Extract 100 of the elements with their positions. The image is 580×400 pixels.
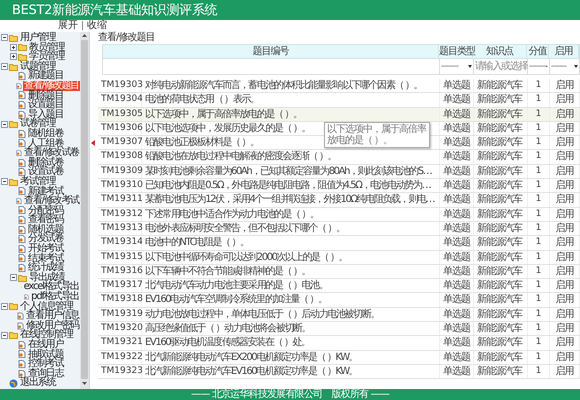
tree-item[interactable]: 设置题目 (27, 100, 64, 110)
topic-cell: 新能源汽车 (474, 108, 528, 121)
id-cell: TM19322 (98, 350, 142, 364)
tree-item[interactable]: 随机组卷 (27, 128, 64, 139)
id-cell: TM19311 (98, 193, 142, 207)
type-cell: 单选题 (440, 222, 474, 236)
tree-item[interactable]: 抽取试题 (27, 350, 64, 360)
table-row[interactable]: TM19304 电池的荷电状态用（ ）表示。 单选题 新能源汽车 1 启用 (98, 93, 580, 108)
score-cell: 1 (528, 150, 550, 164)
table-row[interactable]: TM19303 对纯电动新能源汽车而言，蓄电池的体积比能量影响以下哪个因素（ ）。 单选题 新能源汽车 1 启用 (98, 79, 580, 94)
id-cell: TM19308 (98, 150, 142, 164)
tree-control-link[interactable]: 展开 (58, 21, 78, 31)
expand-icon[interactable] (10, 53, 17, 60)
collapse-icon[interactable] (1, 178, 8, 186)
table-row[interactable]: TM19305 以下选项中，属于高倍率放电的是（ ）。 单选题 新能源汽车 1 启用 (98, 108, 580, 122)
id-cell: TM19316 (98, 264, 142, 278)
scrollbar[interactable] (80, 32, 89, 389)
table-row[interactable]: TM19321 EV160驱动电机温度传感器安装在（ ）处。 单选题 新能源汽车 1 启用 (98, 336, 580, 351)
tree-item[interactable]: 导入题目 (27, 110, 64, 120)
tree-item[interactable]: 查看/修改试卷 (23, 148, 80, 158)
tree-item[interactable]: 导出成绩 (28, 272, 66, 282)
topic-cell: 新能源汽车 (474, 222, 528, 236)
table-row[interactable]: TM19319 动力电池放电过程中，单体电压低于（ ）后动力电池被切断。 单选题 新能源汽车 1 启用 (98, 308, 580, 322)
tree-item[interactable]: 修改用户密码 (25, 320, 80, 330)
document-icon (18, 110, 26, 119)
tree-item[interactable]: 试卷管理 (19, 119, 56, 129)
tree-item[interactable]: 在线用户 (27, 340, 64, 350)
tree-item[interactable]: 查看/修改考试 (23, 196, 80, 206)
tree-item[interactable]: 人工组卷 (27, 138, 64, 148)
table-row[interactable]: TM19316 以下车辆中不符合节能减排精神的是（ ）。 单选题 新能源汽车 1 启用 (98, 264, 580, 280)
tree-item[interactable]: 新建考试 (27, 186, 64, 196)
tree-control-link[interactable]: 收缩 (87, 21, 108, 31)
type-cell: 单选题 (440, 93, 474, 107)
table-row[interactable]: TM19314 电池中的NTC电阻是（ ）。 单选题 新能源汽车 1 启用 (98, 236, 580, 251)
tree-item[interactable]: 统计成绩 (27, 263, 64, 273)
tree-item[interactable]: 删除试卷 (27, 158, 64, 168)
table-row[interactable]: TM19323 北汽新能源纯电动汽车EV160电机额定功率是（ ）KW。 单选题 新能源汽车 1 启用 (98, 364, 580, 380)
tree-item[interactable]: 在线控制管理 (19, 330, 74, 340)
tree-item[interactable]: 考试管理 (19, 176, 56, 186)
table-row[interactable]: TM19311 某蓄电池电压为12伏，采用4个一组并联连接，外接10Ω纯电阻负载，则电… 单选题 新能源汽车 1 启用 (98, 193, 580, 208)
table-row[interactable]: TM19320 高压绝缘值低于（ ）动力电池将会被切断。 单选题 新能源汽车 1 启用 (98, 322, 580, 336)
expand-icon[interactable] (10, 44, 17, 51)
table-row[interactable]: TM19312 下述常用电池中适合作为动力电池的是（ ）。 单选题 新能源汽车 1 启用 (98, 208, 580, 222)
tree-item[interactable]: 查询日志 (27, 368, 64, 378)
table-row[interactable]: TM19308 铅酸电池在放电过程中电解液的密度会逐渐（ ）。 单选题 新能源汽车 1 启用 (98, 150, 580, 165)
table-row[interactable]: TM19313 电池外表应标明安全警告，但不包括以下哪个（ ）。 单选题 新能源汽车 1 启用 (98, 222, 580, 236)
enabled-cell: 启用 (550, 136, 580, 150)
tree-item[interactable]: 开始考试 (27, 244, 64, 254)
tree-item[interactable]: 退出系统 (19, 378, 56, 388)
score-cell: 1 (528, 364, 550, 378)
type-cell: 单选题 (440, 150, 474, 164)
collapse-icon[interactable] (1, 120, 8, 128)
collapse-arrow-icon[interactable] (90, 140, 94, 146)
tree-item[interactable]: 新建题目 (27, 71, 64, 81)
score-cell: 1 (528, 250, 550, 264)
question-cell: 电池的荷电状态用（ ）表示。 (142, 93, 440, 107)
score-cell: 1 (528, 236, 550, 250)
table-row[interactable]: TM19315 以下电池中循环寿命可以达到2000次以上的是（ ）。 单选题 新能源汽车 1 启用 (98, 250, 580, 265)
collapse-icon[interactable] (1, 302, 8, 310)
id-cell: TM19307 (98, 136, 142, 150)
table-row[interactable]: TM19322 北汽新能源纯电动汽车EX200电机额定功率是（ ）KW。 单选题 新能源汽车 1 启用 (98, 350, 580, 365)
table-row[interactable]: TM19317 北汽电动汽车动力电池主要采用的是（ ）电池。 单选题 新能源汽车 1 启用 (98, 279, 580, 294)
tree-item[interactable]: 试题管理 (19, 62, 56, 72)
document-icon (18, 370, 26, 378)
score-cell: 1 (528, 279, 550, 292)
score-cell: 1 (528, 350, 550, 364)
tree-item[interactable]: 查看用户信息 (25, 311, 80, 321)
tree-item[interactable]: 查看/修改题目 (23, 80, 80, 91)
score-cell: 1 (528, 93, 550, 107)
topic-cell: 新能源汽车 (474, 164, 528, 178)
tree-item[interactable]: 随机选题 (27, 224, 64, 234)
table-row[interactable]: TM19310 已知电池内阻是0.5Ω，外电路是纯电阻电路，阻值为4.5Ω，电池电动势为… 单选题 新能源汽车 1 启用 (98, 179, 580, 194)
tree-item[interactable]: 删除题目 (27, 90, 64, 100)
filter-dropdown[interactable]: 请输入或选择 (474, 59, 528, 75)
id-cell: TM19320 (98, 322, 142, 336)
tree-item[interactable]: 查看密码 (27, 215, 64, 225)
tree-item[interactable]: 分配密码 (27, 206, 64, 216)
table-row[interactable]: TM19318 EV160电动汽车空调制冷系统里的加注量（ ）。 单选题 新能源汽车 1 启用 (98, 293, 580, 308)
table-row[interactable]: TM19309 某时刻电池剩余容量为60Ah，已知其额定容量为80Ah，则此刻该电池的S… 单选题 新能源汽车 1 启用 (98, 164, 580, 180)
collapse-icon[interactable] (1, 34, 8, 42)
dropdown-arrow-icon (546, 65, 548, 68)
scroll-down-icon[interactable] (82, 382, 87, 385)
enabled-cell: 启用 (550, 93, 580, 107)
collapse-icon[interactable] (1, 332, 8, 339)
filter-input[interactable] (102, 59, 440, 75)
tree-item[interactable]: 学员管理 (28, 52, 66, 62)
scroll-up-icon[interactable] (82, 34, 87, 37)
topic-cell: 新能源汽车 (474, 150, 528, 164)
id-cell: TM19309 (98, 164, 142, 178)
tree-item[interactable]: 教员管理 (28, 42, 66, 52)
score-cell: 1 (528, 322, 550, 336)
tree-item[interactable]: pdf格式导出 (30, 292, 80, 302)
enabled-cell: 启用 (550, 264, 580, 278)
tree-item[interactable]: 设置试卷 (27, 167, 64, 177)
column-header: 题目类型 (439, 45, 473, 58)
collapse-icon[interactable] (1, 63, 8, 70)
collapse-icon[interactable] (10, 274, 17, 282)
tree-item[interactable]: 个人信息管理 (19, 302, 74, 312)
tree-item[interactable]: 结束考试 (27, 254, 64, 264)
tree-item[interactable]: 控制考试 (27, 359, 64, 369)
